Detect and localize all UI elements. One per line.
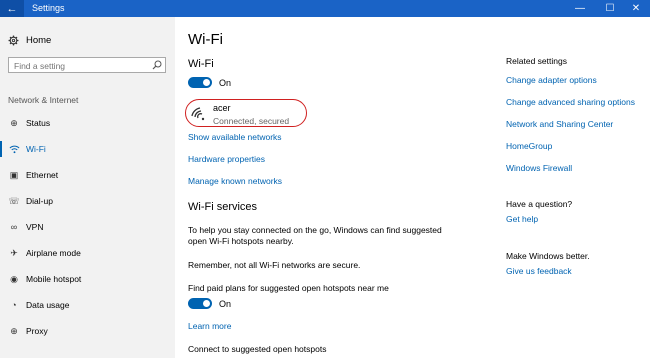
sidebar-item-label: Wi-Fi bbox=[26, 144, 46, 154]
sidebar-item-label: Ethernet bbox=[26, 170, 59, 180]
feedback-link[interactable]: Give us feedback bbox=[506, 266, 572, 276]
hardware-properties-link[interactable]: Hardware properties bbox=[188, 154, 265, 164]
services-description: To help you stay connected on the go, Wi… bbox=[188, 225, 442, 246]
sidebar-item-ethernet[interactable]: ▣ Ethernet bbox=[0, 166, 175, 184]
maximize-button[interactable]: ☐ bbox=[596, 0, 624, 17]
search-icon[interactable] bbox=[152, 60, 162, 70]
wifi-toggle-row: On bbox=[188, 77, 231, 88]
related-link-sharing-center[interactable]: Network and Sharing Center bbox=[506, 119, 613, 129]
home-label: Home bbox=[26, 34, 52, 46]
sidebar-item-mobile-hotspot[interactable]: ◉ Mobile hotspot bbox=[0, 270, 175, 288]
sidebar-item-label: Dial-up bbox=[26, 196, 53, 206]
feedback-heading: Make Windows better. bbox=[506, 251, 590, 261]
sidebar-item-label: Mobile hotspot bbox=[26, 274, 82, 284]
main-content: Wi-Fi Wi-Fi On acer Connected, secured S… bbox=[175, 17, 650, 358]
vpn-icon: ∞ bbox=[10, 222, 18, 232]
sidebar: Home Network & Internet ⊕ Status Wi-Fi ▣… bbox=[0, 17, 175, 358]
maximize-icon: ☐ bbox=[605, 3, 615, 14]
gear-icon bbox=[8, 35, 19, 45]
wifi-services-heading: Wi-Fi services bbox=[188, 201, 258, 213]
paid-plans-toggle[interactable] bbox=[188, 298, 212, 309]
paid-plans-label: Find paid plans for suggested open hotsp… bbox=[188, 283, 389, 293]
close-button[interactable]: ✕ bbox=[622, 0, 650, 17]
sidebar-item-status[interactable]: ⊕ Status bbox=[0, 114, 175, 132]
phone-icon: ☏ bbox=[8, 195, 20, 206]
manage-networks-link[interactable]: Manage known networks bbox=[188, 176, 282, 186]
title-bar: ← Settings — ☐ ✕ bbox=[0, 0, 650, 17]
sidebar-item-label: Airplane mode bbox=[26, 248, 81, 258]
airplane-icon: ✈ bbox=[10, 247, 18, 258]
wifi-section-heading: Wi-Fi bbox=[188, 58, 214, 70]
sidebar-item-proxy[interactable]: ⊕ Proxy bbox=[0, 322, 175, 340]
globe-icon: ⊕ bbox=[10, 117, 18, 128]
sidebar-item-data-usage[interactable]: ◔ Data usage bbox=[0, 296, 175, 314]
close-icon: ✕ bbox=[631, 3, 641, 14]
hotspot-icon: ◉ bbox=[10, 273, 18, 284]
related-link-adapter[interactable]: Change adapter options bbox=[506, 75, 597, 85]
sidebar-item-label: Proxy bbox=[26, 326, 48, 336]
question-heading: Have a question? bbox=[506, 199, 573, 209]
network-status: Connected, secured bbox=[213, 116, 290, 126]
search-box bbox=[8, 57, 166, 73]
minimize-button[interactable]: — bbox=[566, 0, 594, 17]
home-nav-item[interactable]: Home bbox=[8, 33, 51, 47]
related-settings-heading: Related settings bbox=[506, 56, 567, 66]
sidebar-item-label: Status bbox=[26, 118, 51, 128]
wifi-icon bbox=[7, 142, 21, 156]
sidebar-item-dialup[interactable]: ☏ Dial-up bbox=[0, 192, 175, 210]
back-arrow-icon: ← bbox=[6, 2, 18, 15]
wifi-signal-icon[interactable] bbox=[191, 107, 205, 121]
sidebar-item-airplane-mode[interactable]: ✈ Airplane mode bbox=[0, 244, 175, 262]
network-name[interactable]: acer bbox=[213, 103, 231, 113]
related-link-homegroup[interactable]: HomeGroup bbox=[506, 141, 552, 151]
proxy-icon: ⊕ bbox=[10, 325, 18, 336]
search-input[interactable] bbox=[14, 60, 149, 71]
security-note: Remember, not all Wi-Fi networks are sec… bbox=[188, 260, 361, 270]
section-label: Network & Internet bbox=[8, 95, 79, 105]
wifi-toggle-label: On bbox=[219, 77, 232, 88]
learn-more-link[interactable]: Learn more bbox=[188, 321, 231, 331]
ethernet-icon: ▣ bbox=[9, 169, 19, 180]
sidebar-item-vpn[interactable]: ∞ VPN bbox=[0, 218, 175, 236]
related-link-firewall[interactable]: Windows Firewall bbox=[506, 163, 572, 173]
data-usage-icon: ◔ bbox=[11, 300, 17, 310]
window-title: Settings bbox=[32, 3, 65, 13]
get-help-link[interactable]: Get help bbox=[506, 214, 538, 224]
show-networks-link[interactable]: Show available networks bbox=[188, 132, 282, 142]
wifi-toggle[interactable] bbox=[188, 77, 212, 88]
paid-plans-toggle-row: On bbox=[188, 298, 231, 309]
connect-hotspots-label: Connect to suggested open hotspots bbox=[188, 344, 327, 354]
sidebar-item-label: VPN bbox=[26, 222, 44, 232]
sidebar-item-label: Data usage bbox=[26, 300, 70, 310]
sidebar-item-wifi[interactable]: Wi-Fi bbox=[0, 140, 175, 158]
related-link-sharing[interactable]: Change advanced sharing options bbox=[506, 97, 635, 107]
page-title: Wi-Fi bbox=[188, 31, 223, 48]
minimize-icon: — bbox=[575, 3, 585, 14]
back-button[interactable]: ← bbox=[0, 0, 24, 17]
paid-plans-toggle-label: On bbox=[219, 298, 232, 309]
